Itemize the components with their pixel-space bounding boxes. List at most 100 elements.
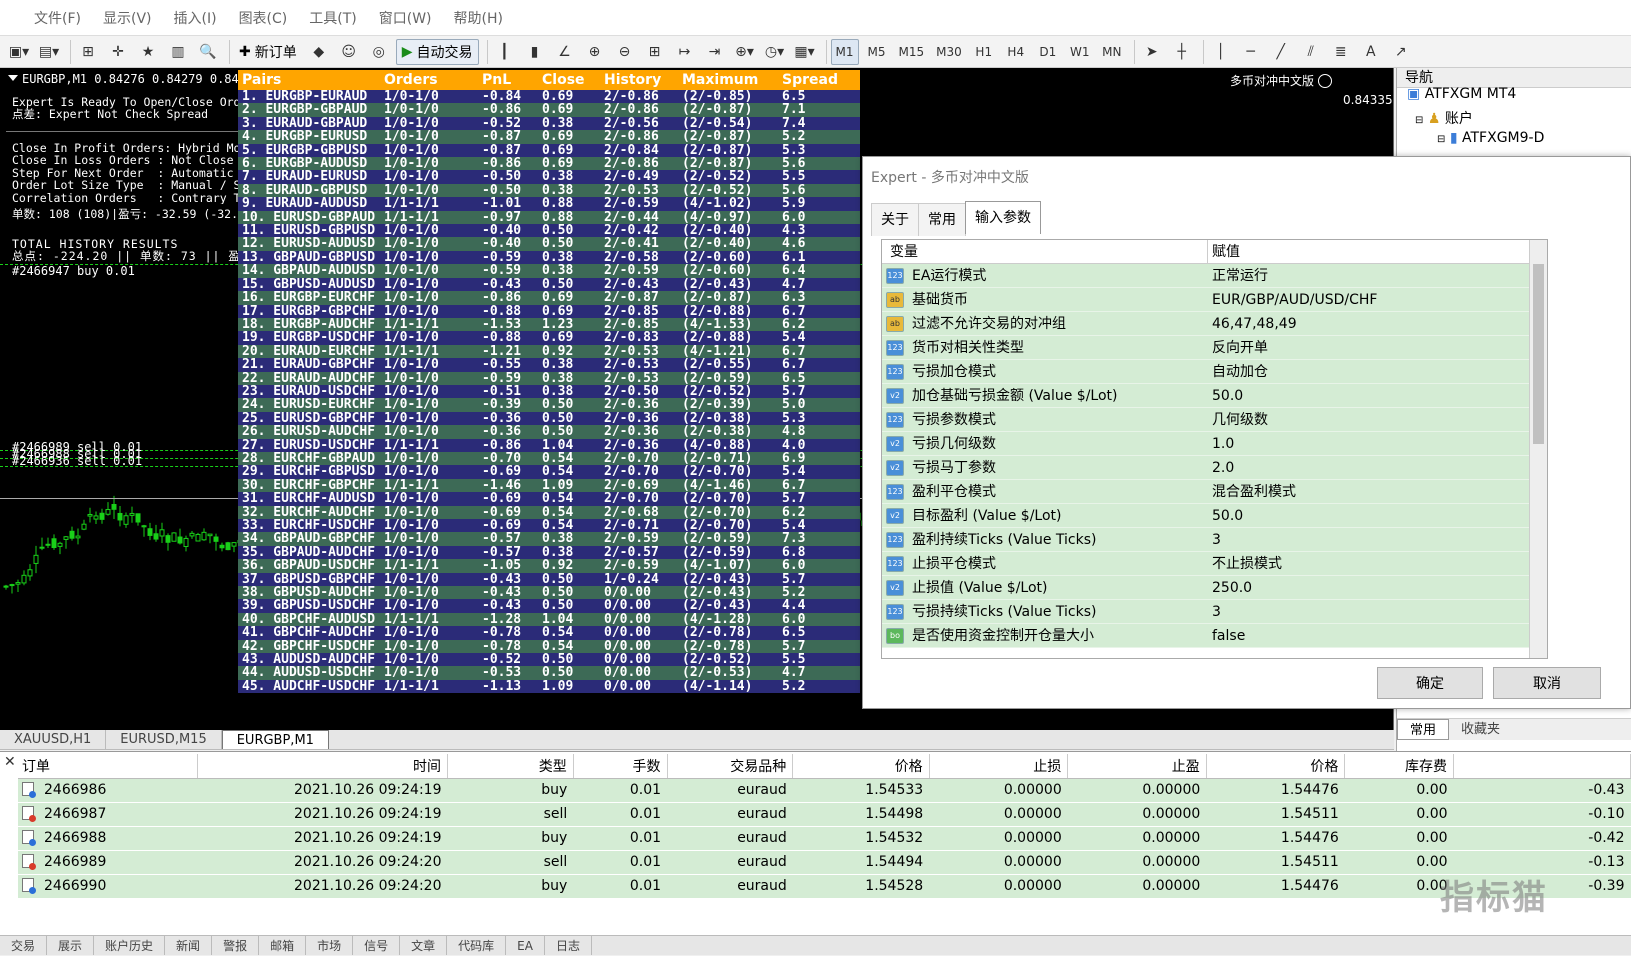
terminal-tab[interactable]: 日志 (545, 936, 592, 955)
param-value[interactable]: 1.0 (1208, 432, 1234, 455)
timeframe-m5[interactable]: M5 (863, 39, 891, 65)
param-value[interactable]: 反向开单 (1208, 336, 1268, 359)
orders-col[interactable]: 手数 (573, 754, 668, 779)
param-row[interactable]: 123 盈利持续Ticks (Value Ticks) 3 (882, 528, 1547, 552)
navigator-icon[interactable]: ★ (135, 39, 161, 65)
line-chart-icon[interactable]: ∠ (552, 39, 578, 65)
cursor-icon[interactable]: ➤ (1139, 39, 1165, 65)
autoscroll-icon[interactable]: ⇥ (702, 39, 728, 65)
param-value[interactable]: 自动加仓 (1208, 360, 1268, 383)
timeframe-m15[interactable]: M15 (895, 39, 929, 65)
orders-col[interactable]: 类型 (447, 754, 574, 779)
param-row[interactable]: 123 货币对相关性类型 反向开单 (882, 336, 1547, 360)
param-row[interactable]: ab 基础货币 EUR/GBP/AUD/USD/CHF (882, 288, 1547, 312)
param-value[interactable]: 3 (1208, 600, 1221, 623)
auto-trade-button[interactable]: ▶ 自动交易 (395, 38, 479, 65)
param-row[interactable]: 123 亏损持续Ticks (Value Ticks) 3 (882, 600, 1547, 624)
timeframe-d1[interactable]: D1 (1034, 39, 1062, 65)
param-value[interactable]: 2.0 (1208, 456, 1234, 479)
param-row[interactable]: 123 EA运行模式 正常运行 (882, 264, 1547, 288)
menu-item[interactable]: 工具(T) (309, 8, 356, 28)
terminal-tab[interactable]: 市场 (306, 936, 354, 955)
menu-item[interactable]: 帮助(H) (454, 8, 503, 28)
param-value[interactable]: 46,47,48,49 (1208, 312, 1297, 335)
trendline-icon[interactable]: ╱ (1268, 39, 1294, 65)
terminal-tab[interactable]: 交易 (0, 936, 48, 955)
navigator-tab[interactable]: 常用 (1397, 719, 1450, 740)
order-row[interactable]: 2466988 2021.10.26 09:24:19 buy 0.01 euraud 1… (18, 826, 1631, 851)
zoom-in-icon[interactable]: ⊕ (582, 39, 608, 65)
channel-icon[interactable]: ⫽ (1298, 39, 1324, 65)
param-value[interactable]: 3 (1208, 528, 1221, 551)
orders-col[interactable]: 止盈 (1067, 754, 1207, 779)
param-value[interactable]: 几何级数 (1208, 408, 1268, 431)
terminal-tab[interactable]: 账户历史 (94, 936, 166, 955)
candle-chart-icon[interactable]: ▮ (522, 39, 548, 65)
orders-col[interactable]: 时间 (197, 754, 449, 779)
menu-item[interactable]: 插入(I) (174, 8, 217, 28)
navigator-tab[interactable]: 收藏夹 (1449, 719, 1512, 740)
orders-col[interactable]: 库存费 (1344, 754, 1455, 779)
ok-button[interactable]: 确定 (1377, 667, 1483, 699)
chart-tab[interactable]: EURGBP,M1 (221, 730, 329, 749)
terminal-tab[interactable]: 警报 (212, 936, 260, 955)
text-icon[interactable]: A (1358, 39, 1384, 65)
order-row[interactable]: 2466990 2021.10.26 09:24:20 buy 0.01 euraud 1… (18, 874, 1631, 899)
orders-col[interactable]: 价格 (792, 754, 930, 779)
zoom-out-icon[interactable]: ⊖ (612, 39, 638, 65)
crosshair-icon[interactable]: ┼ (1169, 39, 1195, 65)
orders-col[interactable]: 价格 (1206, 754, 1346, 779)
param-row[interactable]: v2 亏损几何级数 1.0 (882, 432, 1547, 456)
param-value[interactable]: 不止损模式 (1208, 552, 1282, 575)
indicators-icon[interactable]: ⊕▾ (732, 39, 758, 65)
scroll-thumb[interactable] (1533, 264, 1544, 444)
param-row[interactable]: v2 止损值 (Value $/Lot) 250.0 (882, 576, 1547, 600)
orders-col[interactable]: 订单 (18, 754, 198, 779)
new-chart-icon[interactable]: ▣▾ (6, 39, 32, 65)
nav-item-accounts[interactable]: ⊟ ♟ 账户 (1415, 108, 1473, 128)
menu-item[interactable]: 图表(C) (239, 8, 288, 28)
timeframe-h4[interactable]: H4 (1002, 39, 1030, 65)
order-row[interactable]: 2466986 2021.10.26 09:24:19 buy 0.01 euraud 1… (18, 778, 1631, 803)
param-row[interactable]: bo 是否使用资金控制开仓量大小 false (882, 624, 1547, 648)
profiles-icon[interactable]: ▤▾ (36, 39, 62, 65)
menu-item[interactable]: 显示(V) (103, 8, 152, 28)
param-value[interactable]: false (1208, 624, 1245, 647)
ea-label[interactable]: 多币对冲中文版 (1230, 72, 1333, 89)
timeframe-m1[interactable]: M1 (830, 38, 859, 65)
dialog-tab[interactable]: 输入参数 (965, 201, 1041, 234)
param-value[interactable]: 50.0 (1208, 504, 1243, 527)
param-row[interactable]: ab 过滤不允许交易的对冲组 46,47,48,49 (882, 312, 1547, 336)
dialog-tab[interactable]: 常用 (918, 203, 966, 236)
market-watch-icon[interactable]: ⊞ (75, 39, 101, 65)
param-value[interactable]: 正常运行 (1208, 264, 1268, 287)
nav-item-broker[interactable]: ▣ ATFXGM MT4 (1407, 86, 1516, 102)
param-value[interactable]: 50.0 (1208, 384, 1243, 407)
chart-shift-icon[interactable]: ↦ (672, 39, 698, 65)
terminal-tab[interactable]: 代码库 (447, 936, 507, 955)
terminal-tab[interactable]: 信号 (353, 936, 401, 955)
orders-col-profit[interactable] (1453, 754, 1631, 779)
param-row[interactable]: v2 目标盈利 (Value $/Lot) 50.0 (882, 504, 1547, 528)
meta-editor-icon[interactable]: ◆ (306, 39, 332, 65)
orders-col[interactable]: 交易品种 (667, 754, 794, 779)
param-value[interactable]: EUR/GBP/AUD/USD/CHF (1208, 288, 1377, 311)
param-row[interactable]: 123 亏损参数模式 几何级数 (882, 408, 1547, 432)
timeframe-w1[interactable]: W1 (1066, 39, 1094, 65)
terminal-icon[interactable]: ▥ (165, 39, 191, 65)
signals-icon[interactable]: ☺ (336, 39, 362, 65)
param-value[interactable]: 混合盈利模式 (1208, 480, 1296, 503)
chart-tab[interactable]: XAUUSD,H1 (0, 730, 107, 749)
cancel-button[interactable]: 取消 (1493, 667, 1601, 699)
param-row[interactable]: 123 亏损加仓模式 自动加仓 (882, 360, 1547, 384)
menu-item[interactable]: 窗口(W) (379, 8, 432, 28)
terminal-tab[interactable]: EA (506, 936, 545, 955)
param-row[interactable]: 123 盈利平仓模式 混合盈利模式 (882, 480, 1547, 504)
bar-chart-icon[interactable]: ┃ (492, 39, 518, 65)
orders-col[interactable]: 止损 (929, 754, 1069, 779)
tile-windows-icon[interactable]: ⊞ (642, 39, 668, 65)
chart-menu-icon[interactable] (8, 75, 18, 86)
terminal-tab[interactable]: 新闻 (165, 936, 213, 955)
order-row[interactable]: 2466987 2021.10.26 09:24:19 sell 0.01 euraud… (18, 802, 1631, 827)
terminal-tab[interactable]: 展示 (47, 936, 95, 955)
